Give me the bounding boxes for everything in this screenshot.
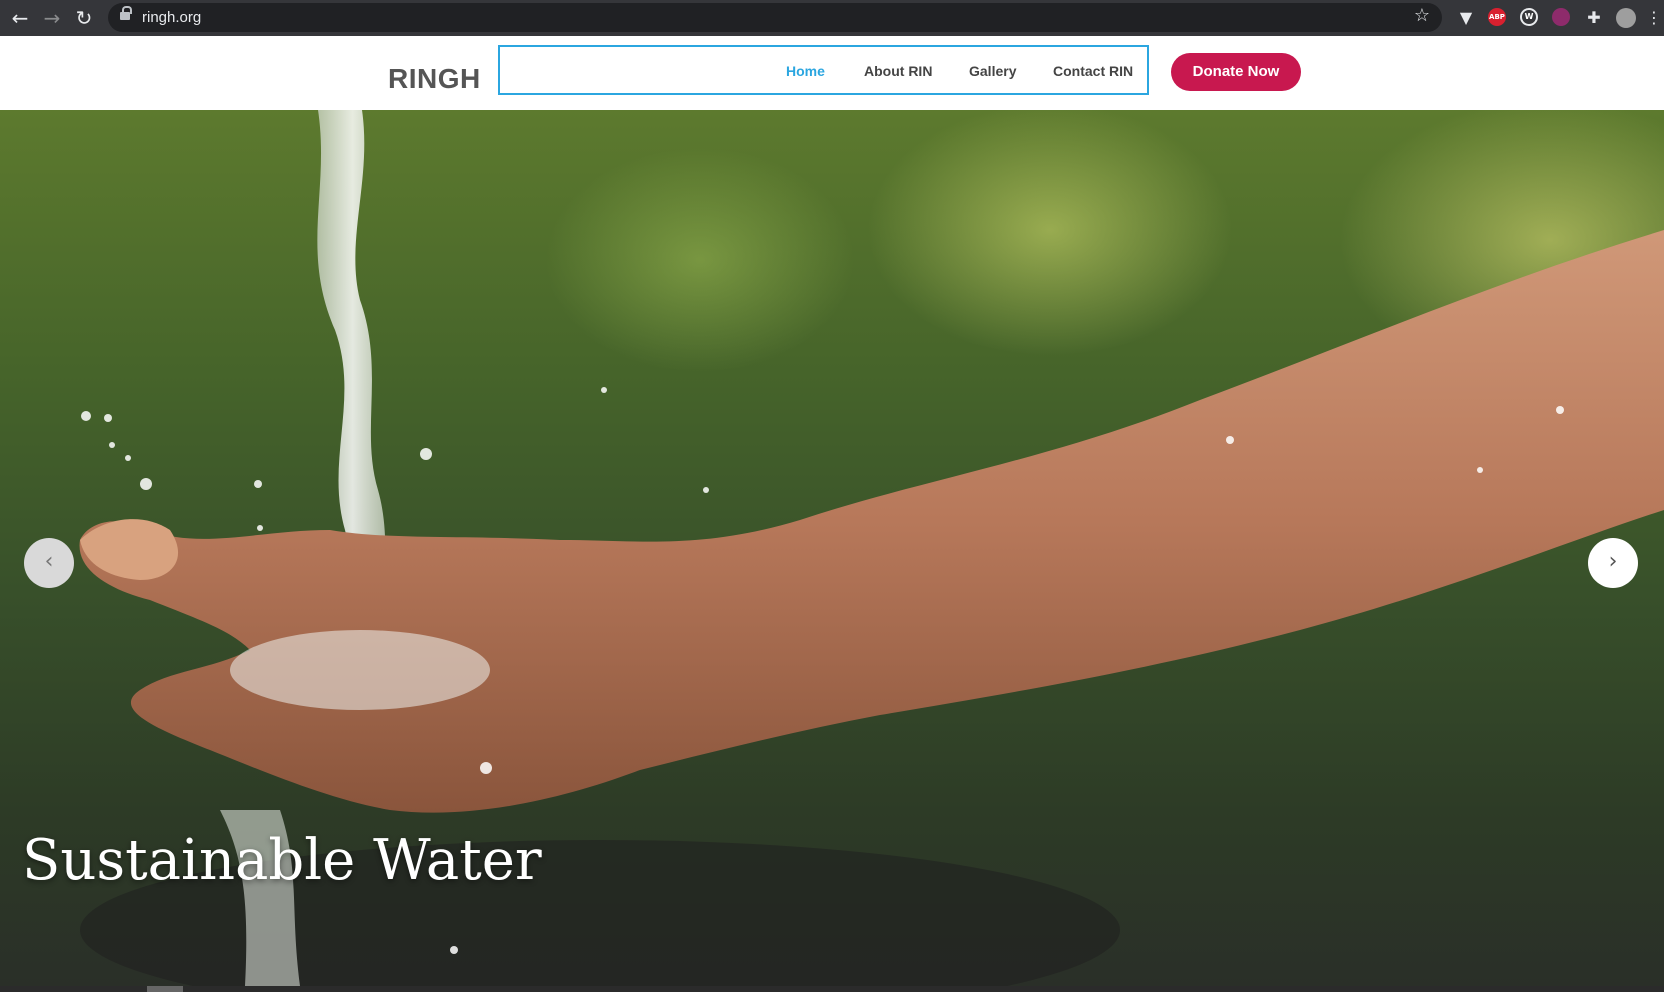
w-extension-icon[interactable]: W (1520, 8, 1538, 26)
hero-slider: Sustainable Water ‹ › (0, 110, 1664, 986)
url-text[interactable]: ringh.org (142, 9, 201, 26)
slide-caption: Sustainable Water (22, 828, 542, 893)
scrollbar-thumb[interactable] (147, 986, 183, 992)
main-nav: Home About RIN Gallery Contact RIN (498, 45, 1149, 95)
adblock-plus-icon[interactable]: ABP (1488, 8, 1506, 26)
chevron-right-icon: › (1608, 549, 1618, 574)
red-extension-icon[interactable] (1552, 8, 1570, 26)
horizontal-scrollbar[interactable] (0, 986, 1664, 992)
reload-icon[interactable]: ↻ (72, 6, 96, 30)
lock-icon (120, 6, 132, 20)
nav-gallery[interactable]: Gallery (969, 63, 1016, 79)
slider-next-button[interactable]: › (1588, 538, 1638, 588)
profile-avatar-icon[interactable] (1616, 8, 1636, 28)
donate-now-button[interactable]: Donate Now (1171, 53, 1301, 91)
nav-about-rin[interactable]: About RIN (864, 63, 932, 79)
puzzle-extensions-icon[interactable]: ✚ (1582, 6, 1606, 30)
forward-arrow-icon[interactable]: → (40, 6, 64, 30)
site-header: RINGH Home About RIN Gallery Contact RIN… (0, 36, 1664, 110)
nav-home[interactable]: Home (786, 63, 825, 79)
back-arrow-icon[interactable]: ← (8, 6, 32, 30)
site-logo[interactable]: RINGH (388, 63, 481, 95)
browser-toolbar: ← → ↻ ringh.org ☆ ▼ ABP W ✚ ⋮ (0, 0, 1664, 36)
nav-contact-rin[interactable]: Contact RIN (1053, 63, 1133, 79)
slider-prev-button[interactable]: ‹ (24, 538, 74, 588)
vivaldi-icon[interactable]: ▼ (1454, 6, 1478, 30)
address-bar[interactable]: ringh.org ☆ (108, 3, 1442, 32)
bookmark-star-icon[interactable]: ☆ (1414, 5, 1430, 26)
chevron-left-icon: ‹ (44, 549, 54, 574)
menu-dots-icon[interactable]: ⋮ (1642, 6, 1664, 30)
